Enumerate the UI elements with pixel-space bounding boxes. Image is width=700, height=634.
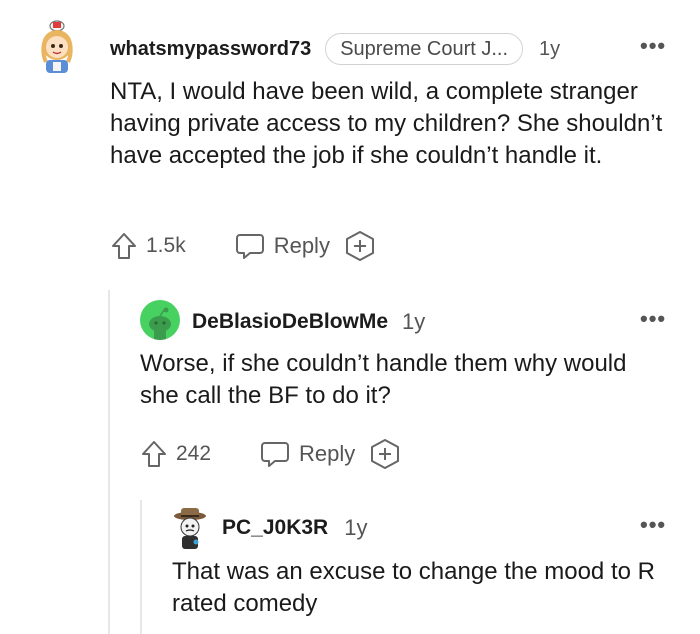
comment-body: NTA, I would have been wild, a complete … — [110, 78, 663, 169]
timestamp[interactable]: 1y — [402, 309, 425, 335]
reply-label: Reply — [299, 441, 356, 466]
reply-bubble-icon — [261, 442, 290, 467]
username[interactable]: PC_J0K3R — [222, 516, 328, 540]
reply-button[interactable]: Reply — [259, 439, 355, 469]
snoo-avatar-icon — [149, 307, 171, 340]
user-flair: Supreme Court J... — [325, 33, 524, 65]
comment-body: That was an excuse to change the mood to… — [172, 558, 655, 617]
upvote-button[interactable]: 1.5k — [110, 231, 186, 261]
upvote-count: 242 — [176, 442, 212, 465]
upvote-arrow-icon — [142, 441, 166, 467]
more-options-button[interactable]: ••• — [640, 33, 666, 59]
upvote-count: 1.5k — [146, 234, 186, 257]
user-avatar[interactable] — [140, 300, 180, 340]
upvote-button[interactable]: 242 — [140, 439, 211, 469]
comment-pc-j0k3r: PC_J0K3R 1y ••• That was an excuse to ch… — [0, 500, 700, 634]
more-options-button[interactable]: ••• — [640, 306, 666, 332]
comment-body: Worse, if she couldn’t handle them why w… — [140, 350, 627, 409]
more-options-button[interactable]: ••• — [640, 512, 666, 538]
reply-label: Reply — [273, 233, 330, 258]
timestamp[interactable]: 1y — [344, 515, 367, 541]
award-plus-icon — [371, 439, 400, 469]
comment-whatsmypassword73: whatsmypassword73 Supreme Court J... 1y … — [0, 0, 700, 290]
user-avatar[interactable] — [170, 506, 210, 550]
reply-bubble-icon — [235, 234, 264, 259]
award-button[interactable] — [369, 438, 401, 470]
timestamp[interactable]: 1y — [539, 38, 560, 61]
comment-deblasiodeblowme: DeBlasioDeBlowMe 1y ••• Worse, if she co… — [0, 290, 700, 500]
reply-button[interactable]: Reply — [234, 231, 330, 261]
upvote-arrow-icon — [112, 233, 136, 259]
username[interactable]: DeBlasioDeBlowMe — [192, 310, 388, 334]
username[interactable]: whatsmypassword73 — [110, 38, 311, 61]
award-plus-icon — [345, 231, 374, 261]
user-avatar[interactable] — [34, 18, 80, 74]
award-button[interactable] — [344, 230, 376, 262]
